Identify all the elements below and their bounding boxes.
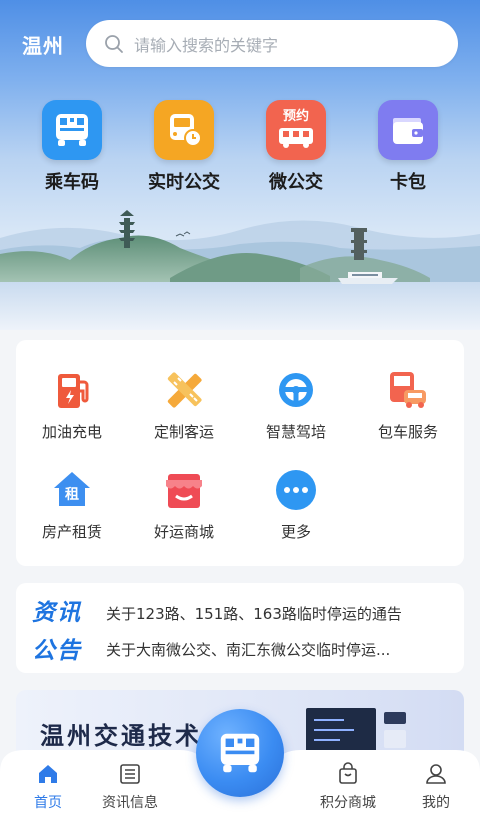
pencil-ruler-icon xyxy=(162,368,206,412)
more-icon xyxy=(274,468,318,512)
service-label: 好运商城 xyxy=(153,523,214,541)
search-icon xyxy=(105,34,123,53)
house-rent-icon: 租 xyxy=(50,468,94,512)
quick-card-wallet[interactable]: 卡包 xyxy=(358,100,458,194)
service-more[interactable]: 更多 xyxy=(240,468,352,542)
city-selector[interactable]: 温州 xyxy=(22,30,64,59)
news-item[interactable]: 关于123路、151路、163路临时停运的通告 xyxy=(106,603,456,624)
service-label: 房产租赁 xyxy=(41,523,102,541)
service-house-rent[interactable]: 租 房产租赁 xyxy=(16,468,128,542)
fuel-pump-icon xyxy=(50,368,94,412)
quick-label: 卡包 xyxy=(390,172,426,193)
service-charter[interactable]: 包车服务 xyxy=(352,368,464,442)
service-custom-transport[interactable]: 定制客运 xyxy=(128,368,240,442)
news-card: 资讯 公告 关于123路、151路、163路临时停运的通告 关于大南微公交、南汇… xyxy=(16,583,464,673)
news-item[interactable]: 关于大南微公交、南汇东微公交临时停运... xyxy=(106,639,456,660)
news-tag-bottom: 公告 xyxy=(32,638,82,664)
service-label: 定制客运 xyxy=(153,423,214,441)
service-label: 更多 xyxy=(280,523,311,541)
quick-label: 乘车码 xyxy=(45,172,99,193)
reserve-badge: 预约 xyxy=(282,109,309,124)
service-label: 包车服务 xyxy=(377,423,438,441)
quick-label: 实时公交 xyxy=(148,172,220,193)
tab-points-mall[interactable]: 积分商城 xyxy=(300,762,396,812)
quick-label: 微公交 xyxy=(269,172,323,193)
reserve-bus-icon: 预约 xyxy=(266,100,326,160)
service-fuel-charge[interactable]: 加油充电 xyxy=(16,368,128,442)
tab-label: 积分商城 xyxy=(320,795,376,811)
quick-ride-code[interactable]: 乘车码 xyxy=(22,100,122,194)
tab-label: 我的 xyxy=(422,795,450,811)
shopping-bag-icon xyxy=(339,762,357,784)
home-icon xyxy=(39,765,57,783)
tab-label: 资讯信息 xyxy=(102,795,158,811)
service-label: 加油充电 xyxy=(41,423,102,441)
wallet-icon xyxy=(378,100,438,160)
ride-code-fab[interactable] xyxy=(196,709,284,797)
bus-car-icon xyxy=(386,368,430,412)
user-icon xyxy=(426,764,446,784)
qr-bus-icon xyxy=(42,100,102,160)
bus-clock-icon xyxy=(154,100,214,160)
quick-micro-bus[interactable]: 预约 微公交 xyxy=(246,100,346,194)
news-list-icon xyxy=(120,764,140,784)
search-placeholder: 请输入搜索的关键字 xyxy=(134,35,279,55)
rent-badge: 租 xyxy=(65,487,79,503)
services-card: 加油充电 定制客运 智慧驾培 包车服务 租 房产租赁 好运商城 更多 xyxy=(16,340,464,566)
banner-title: 温州交通技术 xyxy=(40,721,202,750)
quick-realtime-bus[interactable]: 实时公交 xyxy=(134,100,234,194)
news-tag-top: 资讯 xyxy=(32,600,82,626)
steering-wheel-icon xyxy=(274,368,318,412)
search-bar[interactable]: 请输入搜索的关键字 xyxy=(86,20,458,67)
tab-mine[interactable]: 我的 xyxy=(388,762,480,812)
landscape-illustration xyxy=(0,210,480,330)
hero-banner: 温州 请输入搜索的关键字 乘车码 实时公交 预约 微公交 卡包 xyxy=(0,0,480,330)
service-label: 智慧驾培 xyxy=(265,423,326,441)
qr-bus-icon xyxy=(220,733,260,773)
service-smart-driving[interactable]: 智慧驾培 xyxy=(240,368,352,442)
store-icon xyxy=(162,468,206,512)
service-lucky-mall[interactable]: 好运商城 xyxy=(128,468,240,542)
tab-news[interactable]: 资讯信息 xyxy=(82,762,178,812)
